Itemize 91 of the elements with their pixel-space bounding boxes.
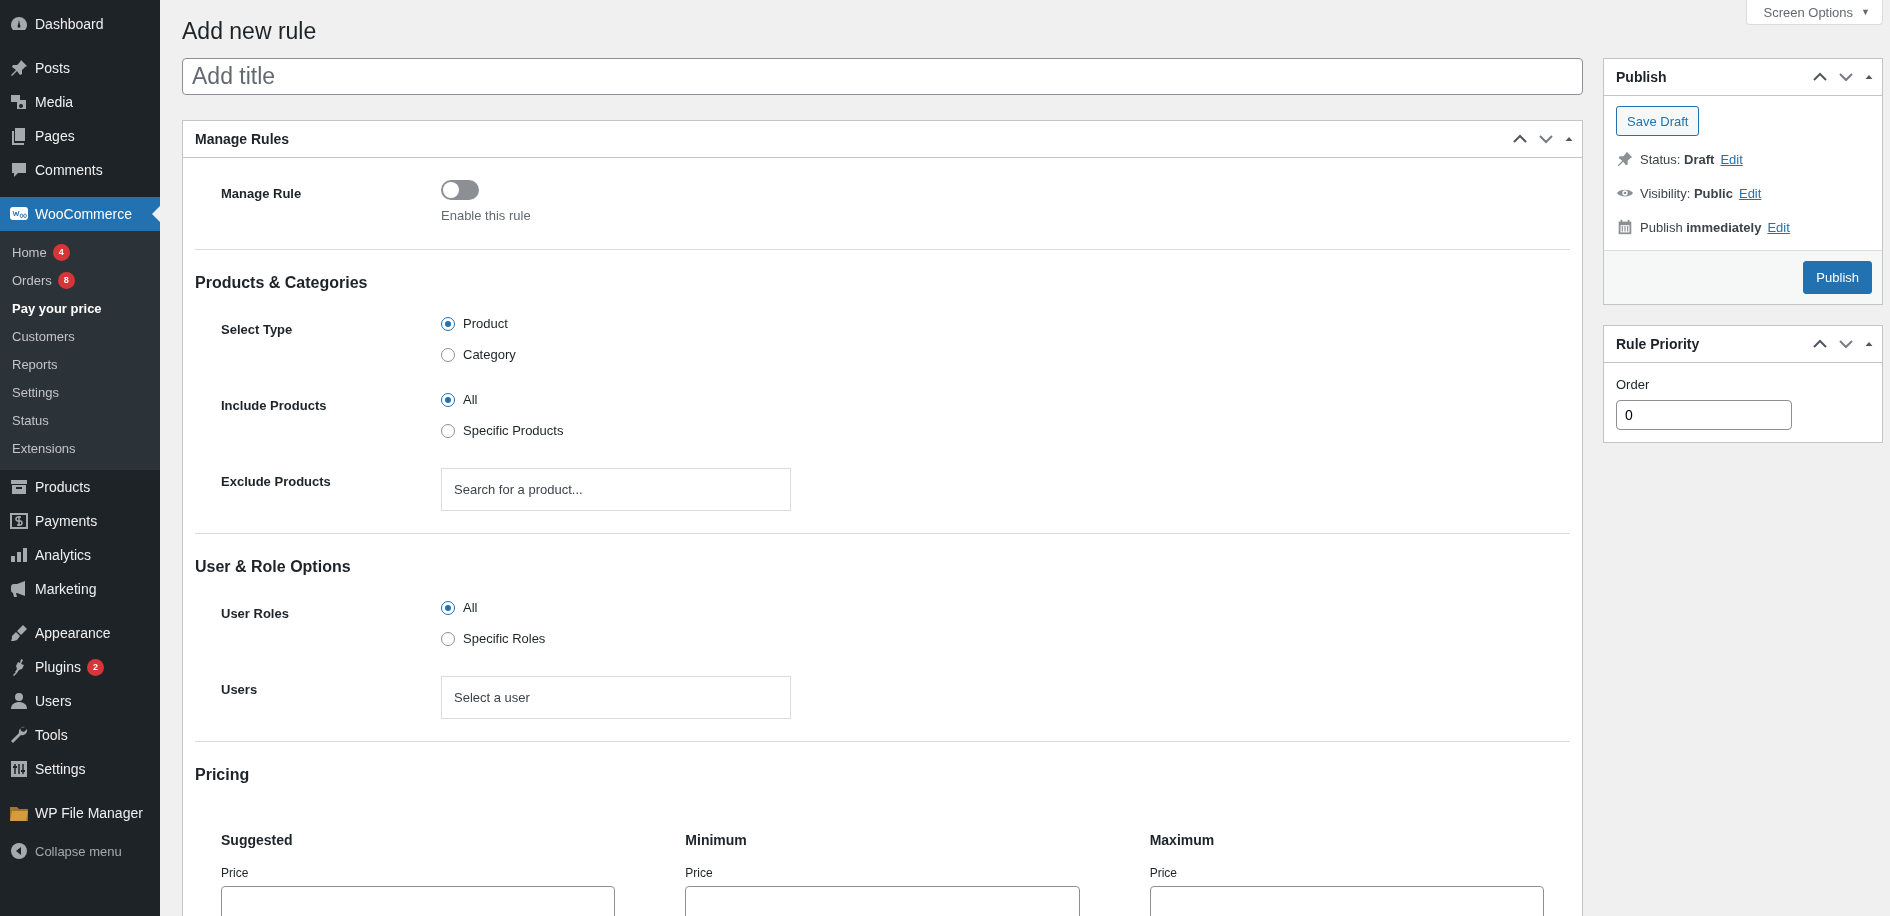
edit-link[interactable]: Edit: [1767, 219, 1790, 235]
caret-icon: ▼: [1861, 7, 1870, 17]
edit-link[interactable]: Edit: [1720, 151, 1743, 167]
menu-item[interactable]: Appearance: [0, 616, 160, 650]
radio-label[interactable]: Specific Products: [463, 423, 564, 438]
radio-label[interactable]: All: [463, 600, 478, 615]
radio-button[interactable]: [441, 631, 455, 646]
field-label: Price: [221, 866, 250, 880]
search-field[interactable]: Search for a product...: [441, 468, 791, 511]
field-label: Price: [685, 866, 714, 880]
settings-icon: [9, 759, 29, 779]
wrench-icon: [9, 725, 29, 745]
radio-label[interactable]: Product: [463, 316, 508, 331]
panel-title: Rule Priority: [1616, 336, 1700, 352]
toggle-switch[interactable]: [441, 180, 479, 200]
title-field[interactable]: Add title: [182, 58, 1583, 95]
radio-button[interactable]: [441, 347, 455, 362]
publish-info-text: Publish immediately: [1640, 219, 1762, 235]
panel-title: Manage Rules: [195, 131, 290, 147]
media-icon: [9, 92, 29, 112]
submenu-item[interactable]: Home 4: [0, 238, 160, 266]
dollar-box-icon: [9, 511, 29, 531]
order-field[interactable]: 0: [1616, 400, 1792, 430]
price-field[interactable]: [685, 886, 1080, 916]
submenu-item[interactable]: Orders 8: [0, 266, 160, 294]
save-draft-button[interactable]: Save Draft: [1616, 106, 1700, 136]
menu-item[interactable]: Payments: [0, 504, 160, 538]
field-label: Price: [1149, 866, 1178, 880]
menu-item[interactable]: WooCommerce: [0, 197, 160, 231]
menu-item[interactable]: Media: [0, 85, 160, 119]
count-badge: 2: [86, 658, 104, 676]
speech-bubble-icon: [9, 160, 29, 180]
submenu-item[interactable]: Reports: [0, 350, 160, 378]
calendar-icon: [1616, 218, 1634, 236]
menu-item[interactable]: Comments: [0, 153, 160, 187]
field-label: Exclude Products: [220, 473, 332, 491]
menu-item[interactable]: Dashboard: [0, 7, 160, 41]
radio-button[interactable]: [441, 600, 455, 615]
menu-item[interactable]: Plugins 2: [0, 650, 160, 684]
count-badge: 8: [57, 271, 75, 289]
pushpin-icon: [1616, 150, 1634, 168]
paintbrush-icon: [9, 623, 29, 643]
radio-label[interactable]: Category: [463, 347, 516, 362]
edit-link[interactable]: Edit: [1738, 185, 1762, 201]
submenu-item[interactable]: Customers: [0, 322, 160, 350]
bar-chart-icon: [9, 545, 29, 565]
radio-button[interactable]: [441, 423, 455, 438]
column-heading: Minimum: [685, 832, 748, 848]
screen-options-button[interactable]: Screen Options ▼: [1746, 0, 1883, 25]
count-badge: 4: [52, 243, 70, 261]
column-heading: Maximum: [1149, 832, 1216, 848]
price-field[interactable]: [221, 886, 616, 916]
section-heading: Products & Categories: [195, 274, 369, 292]
submenu-item[interactable]: Status: [0, 406, 160, 434]
menu-item[interactable]: Users: [0, 684, 160, 718]
menu-item[interactable]: WP File Manager: [0, 796, 160, 830]
submenu-item[interactable]: Settings: [0, 378, 160, 406]
field-label: User Roles: [220, 605, 290, 623]
field-label: Order: [1616, 377, 1651, 392]
section-heading: Pricing: [195, 766, 251, 784]
pushpin-icon: [9, 58, 29, 78]
column-heading: Suggested: [221, 832, 294, 848]
publish-info-text: Status: Draft: [1640, 151, 1715, 167]
user-icon: [9, 691, 29, 711]
menu-item[interactable]: Products: [0, 470, 160, 504]
field-label: Include Products: [220, 397, 328, 415]
menu-item[interactable]: Analytics: [0, 538, 160, 572]
radio-button[interactable]: [441, 316, 455, 331]
menu-item[interactable]: Pages: [0, 119, 160, 153]
radio-label[interactable]: All: [463, 392, 478, 407]
field-label: Manage Rule: [220, 185, 303, 203]
menu-item[interactable]: Posts: [0, 51, 160, 85]
section-heading: User & Role Options: [195, 558, 352, 576]
help-text: Enable this rule: [441, 208, 531, 223]
radio-label[interactable]: Specific Roles: [463, 631, 546, 646]
field-label: Users: [220, 681, 259, 699]
page-title: Add new rule: [182, 17, 318, 46]
publish-info-text: Visibility: Public: [1640, 185, 1733, 201]
search-field[interactable]: Select a user: [441, 676, 791, 719]
menu-item[interactable]: Marketing: [0, 572, 160, 606]
field-label: Select Type: [220, 321, 294, 339]
menu-item[interactable]: Tools: [0, 718, 160, 752]
submenu-item[interactable]: Extensions: [0, 434, 160, 462]
panel-title: Publish: [1616, 69, 1667, 85]
price-field[interactable]: [1149, 886, 1544, 916]
submenu-item[interactable]: Pay your price: [0, 294, 160, 322]
radio-button[interactable]: [441, 392, 455, 407]
publish-button[interactable]: Publish: [1803, 261, 1872, 294]
archive-box-icon: [9, 477, 29, 497]
collapse-menu-button[interactable]: Collapse menu: [0, 834, 160, 868]
menu-item[interactable]: Settings: [0, 752, 160, 786]
